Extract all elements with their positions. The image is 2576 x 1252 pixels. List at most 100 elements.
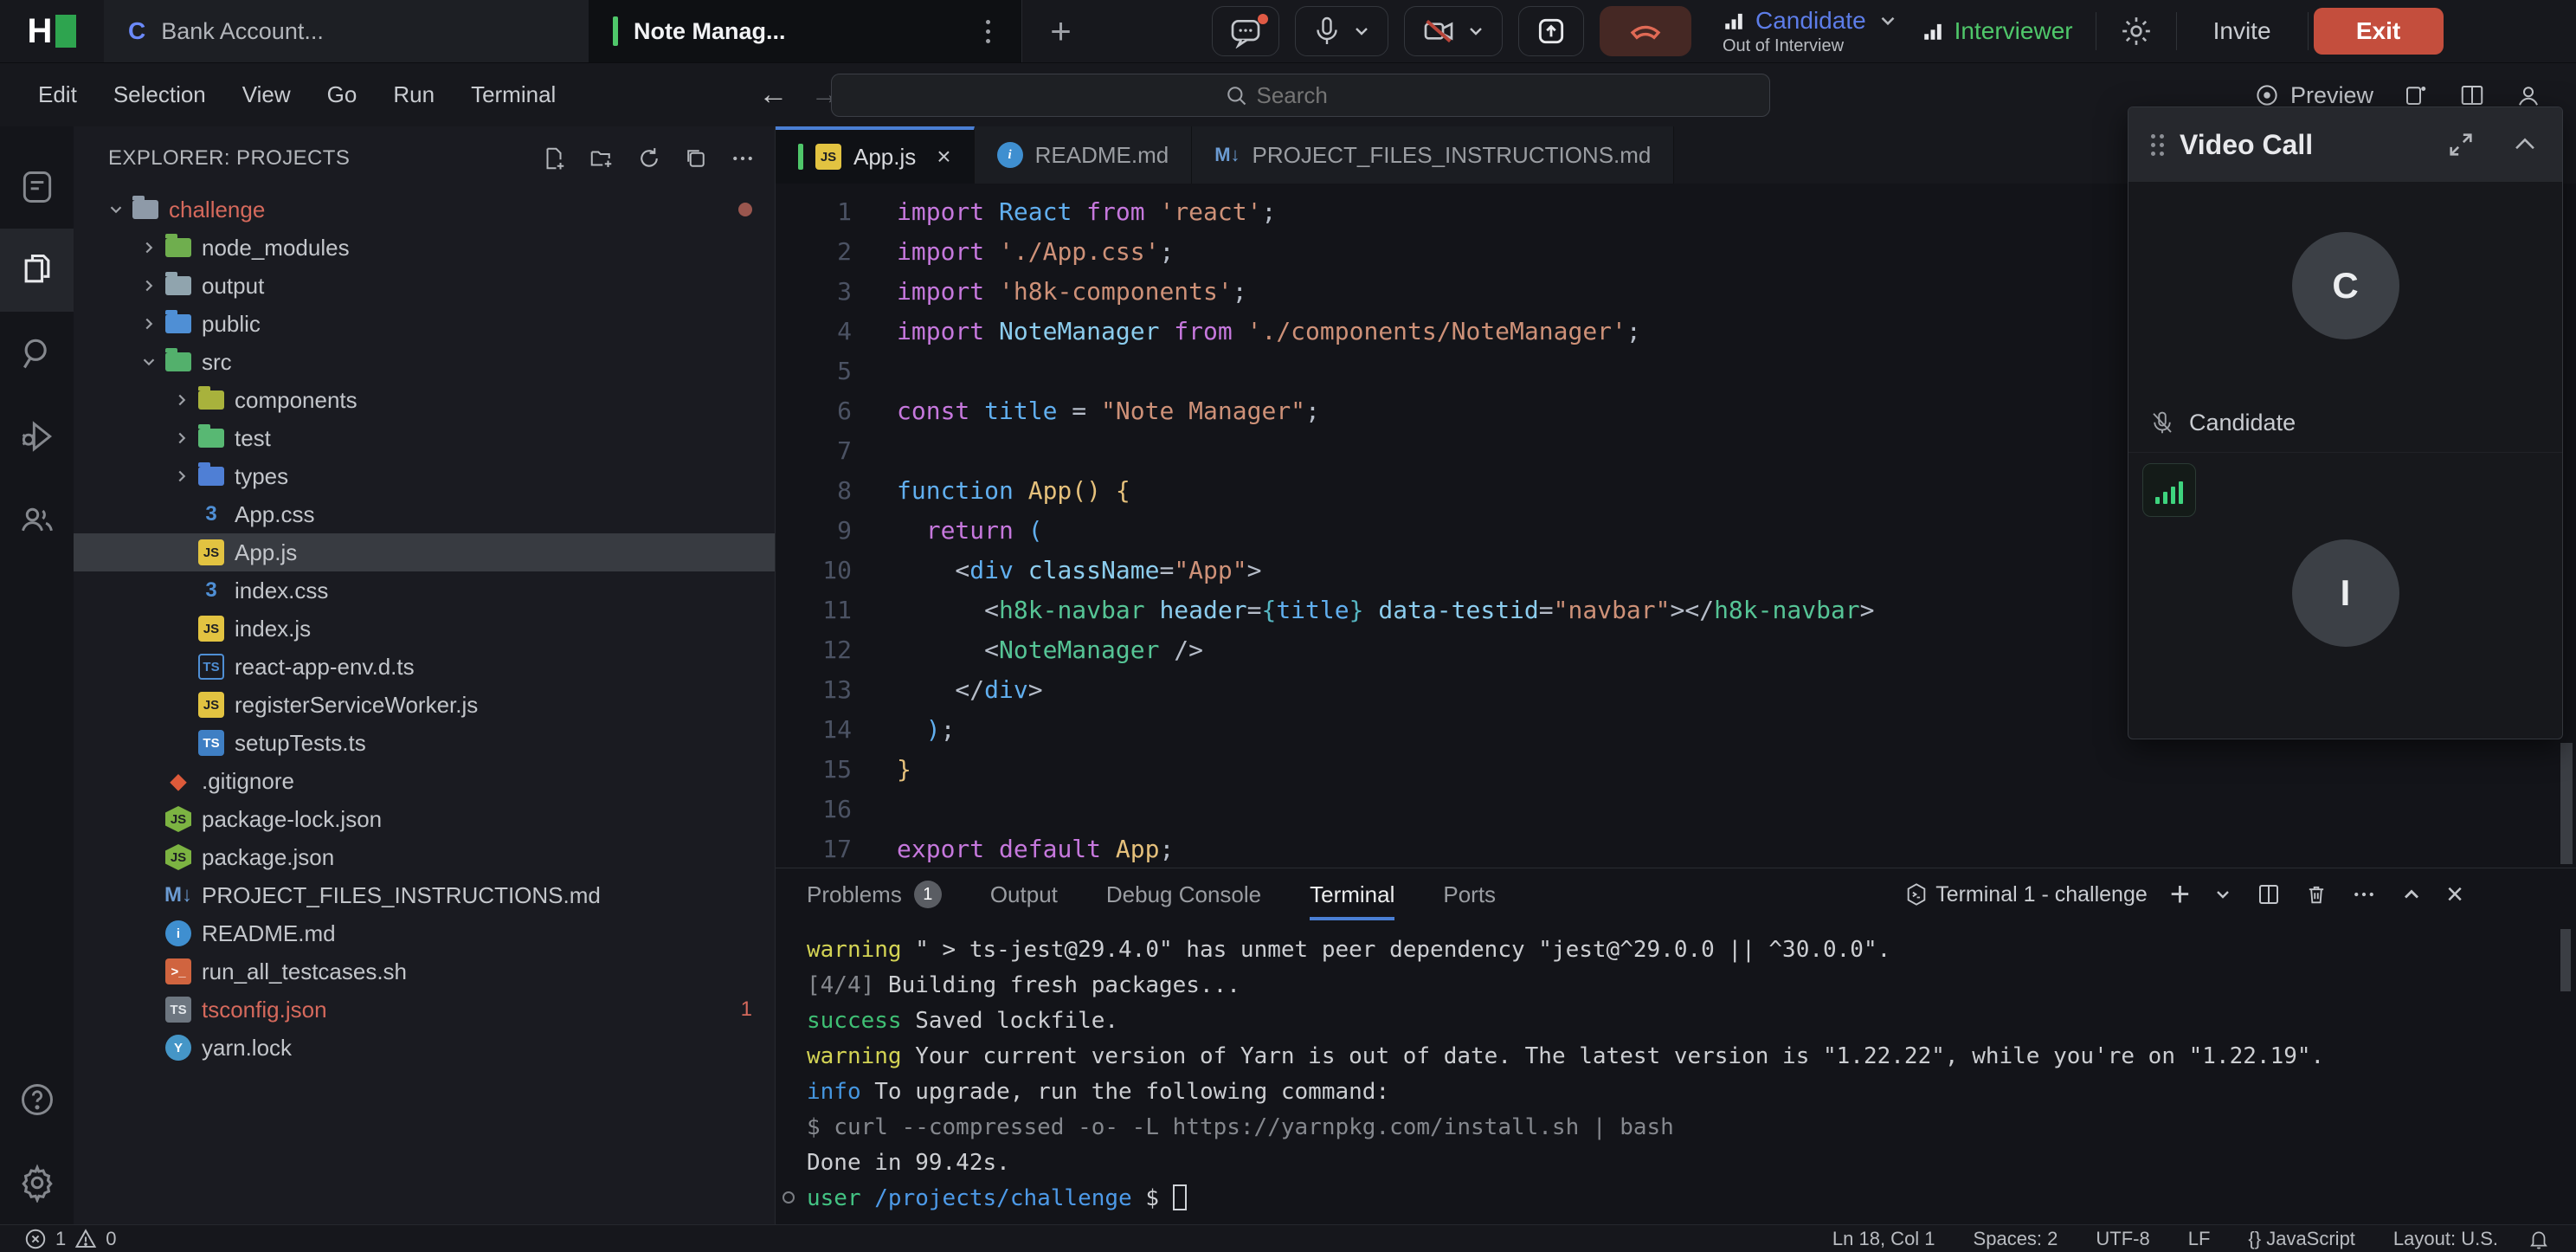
notifications-bell-icon[interactable] — [2528, 1228, 2576, 1250]
candidate-status[interactable]: Candidate Out of Interview — [1723, 7, 1899, 56]
search-input[interactable] — [1257, 82, 1378, 109]
chevron-right-icon[interactable] — [136, 314, 162, 333]
kebab-menu-icon[interactable] — [979, 13, 997, 50]
chevron-right-icon[interactable] — [136, 238, 162, 257]
panel-tab-output[interactable]: Output — [990, 868, 1058, 920]
video-call-panel[interactable]: Video Call C Candidate I — [2128, 106, 2563, 739]
new-terminal-icon[interactable]: + — [2170, 875, 2190, 914]
screen-share-button[interactable] — [1518, 6, 1584, 56]
video-call-header[interactable]: Video Call — [2128, 107, 2562, 182]
status-item-spaces-2[interactable]: Spaces: 2 — [1974, 1228, 2058, 1250]
tree-file-readme.md[interactable]: iREADME.md — [74, 914, 775, 952]
terminal-instance[interactable]: Terminal 1 - challenge — [1904, 882, 2148, 907]
open-preview-side-icon[interactable] — [2403, 82, 2429, 108]
tree-folder-src[interactable]: src — [74, 343, 775, 381]
collapse-folders-icon[interactable] — [683, 145, 709, 171]
editor-tab-instructions[interactable]: M↓ PROJECT_FILES_INSTRUCTIONS.md — [1192, 126, 1674, 184]
drag-handle-icon[interactable] — [2151, 134, 2164, 156]
new-file-icon[interactable] — [541, 145, 567, 171]
tree-file-app.js[interactable]: JSApp.js — [74, 533, 775, 571]
chevron-right-icon[interactable] — [169, 429, 195, 448]
tree-file-registerserviceworker.js[interactable]: JSregisterServiceWorker.js — [74, 686, 775, 724]
tasks-icon[interactable] — [0, 145, 74, 229]
account-icon[interactable] — [2515, 82, 2541, 108]
menu-run[interactable]: Run — [381, 76, 447, 113]
status-item-ln-18-col-1[interactable]: Ln 18, Col 1 — [1832, 1228, 1935, 1250]
tree-file-package.json[interactable]: JSpackage.json — [74, 838, 775, 876]
status-item--javascript[interactable]: {} JavaScript — [2248, 1228, 2355, 1250]
tree-file-tsconfig.json[interactable]: TStsconfig.json1 — [74, 991, 775, 1029]
more-actions-icon[interactable] — [2351, 881, 2377, 907]
refresh-icon[interactable] — [636, 145, 662, 171]
menu-go[interactable]: Go — [315, 76, 370, 113]
close-icon[interactable]: × — [937, 143, 950, 171]
new-folder-icon[interactable] — [588, 145, 615, 171]
microphone-button[interactable] — [1295, 6, 1388, 56]
question-tab-note-manager[interactable]: Note Manag... — [589, 0, 1021, 62]
help-icon[interactable] — [0, 1058, 74, 1141]
tree-folder-challenge[interactable]: challenge — [74, 190, 775, 229]
chevron-down-icon[interactable] — [1351, 21, 1372, 42]
tree-file-project_files_instructions.md[interactable]: M↓PROJECT_FILES_INSTRUCTIONS.md — [74, 876, 775, 914]
accounts-icon[interactable] — [0, 478, 74, 561]
split-layout-icon[interactable] — [2458, 82, 2486, 108]
settings-icon[interactable] — [0, 1141, 74, 1224]
status-item-utf-8[interactable]: UTF-8 — [2096, 1228, 2149, 1250]
tree-folder-types[interactable]: types — [74, 457, 775, 495]
editor-scrollbar[interactable] — [2560, 743, 2573, 864]
menu-edit[interactable]: Edit — [26, 76, 89, 113]
status-item-layout-u-s-[interactable]: Layout: U.S. — [2393, 1228, 2498, 1250]
preview-button[interactable]: Preview — [2254, 82, 2373, 109]
chevron-right-icon[interactable] — [169, 390, 195, 410]
problems-summary[interactable]: 1 0 — [0, 1228, 117, 1250]
editor-tab-app-js[interactable]: JS App.js × — [776, 126, 975, 184]
back-arrow-icon[interactable]: ← — [758, 78, 788, 112]
tree-file-setuptests.ts[interactable]: TSsetupTests.ts — [74, 724, 775, 762]
chevron-up-icon[interactable] — [2399, 882, 2424, 907]
editor-tab-readme[interactable]: i README.md — [975, 126, 1193, 184]
tree-file-index.css[interactable]: 3index.css — [74, 571, 775, 610]
split-terminal-icon[interactable] — [2256, 881, 2282, 907]
tree-folder-test[interactable]: test — [74, 419, 775, 457]
tree-file-run_all_testcases.sh[interactable]: >_run_all_testcases.sh — [74, 952, 775, 991]
exit-button[interactable]: Exit — [2314, 8, 2444, 55]
chevron-right-icon[interactable] — [136, 276, 162, 295]
camera-button[interactable] — [1404, 6, 1503, 56]
add-question-tab-button[interactable]: + — [1021, 0, 1099, 62]
tree-file-.gitignore[interactable]: ◆.gitignore — [74, 762, 775, 800]
tree-file-react-app-env.d.ts[interactable]: TSreact-app-env.d.ts — [74, 648, 775, 686]
panel-tab-ports[interactable]: Ports — [1443, 868, 1496, 920]
tree-folder-output[interactable]: output — [74, 267, 775, 305]
tree-file-package-lock.json[interactable]: JSpackage-lock.json — [74, 800, 775, 838]
search-icon[interactable] — [0, 312, 74, 395]
close-panel-icon[interactable]: × — [2446, 878, 2463, 912]
collapse-chevron-icon[interactable] — [2510, 130, 2540, 159]
chevron-down-icon[interactable] — [2212, 884, 2233, 905]
tree-folder-public[interactable]: public — [74, 305, 775, 343]
chevron-down-icon[interactable] — [1465, 21, 1486, 42]
chevron-down-icon[interactable] — [136, 352, 162, 371]
panel-tab-problems[interactable]: Problems1 — [807, 868, 942, 920]
terminal-scrollbar[interactable] — [2560, 929, 2571, 991]
panel-tab-debug-console[interactable]: Debug Console — [1106, 868, 1261, 920]
tree-file-app.css[interactable]: 3App.css — [74, 495, 775, 533]
terminal-output[interactable]: warning " > ts-jest@29.4.0" has unmet pe… — [776, 920, 2576, 1217]
menu-selection[interactable]: Selection — [101, 76, 218, 113]
panel-tab-terminal[interactable]: Terminal — [1310, 868, 1394, 920]
chat-button[interactable] — [1212, 6, 1279, 56]
gear-icon[interactable] — [2119, 14, 2154, 48]
status-item-lf[interactable]: LF — [2188, 1228, 2211, 1250]
chevron-down-icon[interactable] — [1877, 10, 1899, 32]
invite-button[interactable]: Invite — [2199, 17, 2285, 45]
chevron-right-icon[interactable] — [169, 467, 195, 486]
question-tab-bank-account[interactable]: C Bank Account... — [104, 0, 589, 62]
tree-folder-node_modules[interactable]: node_modules — [74, 229, 775, 267]
tree-file-yarn.lock[interactable]: Yyarn.lock — [74, 1029, 775, 1067]
menu-view[interactable]: View — [230, 76, 303, 113]
more-actions-icon[interactable] — [730, 145, 756, 171]
files-icon[interactable] — [0, 229, 74, 312]
trash-icon[interactable] — [2304, 881, 2328, 907]
command-search[interactable] — [831, 74, 1770, 117]
hang-up-button[interactable] — [1600, 6, 1691, 56]
menu-terminal[interactable]: Terminal — [459, 76, 568, 113]
